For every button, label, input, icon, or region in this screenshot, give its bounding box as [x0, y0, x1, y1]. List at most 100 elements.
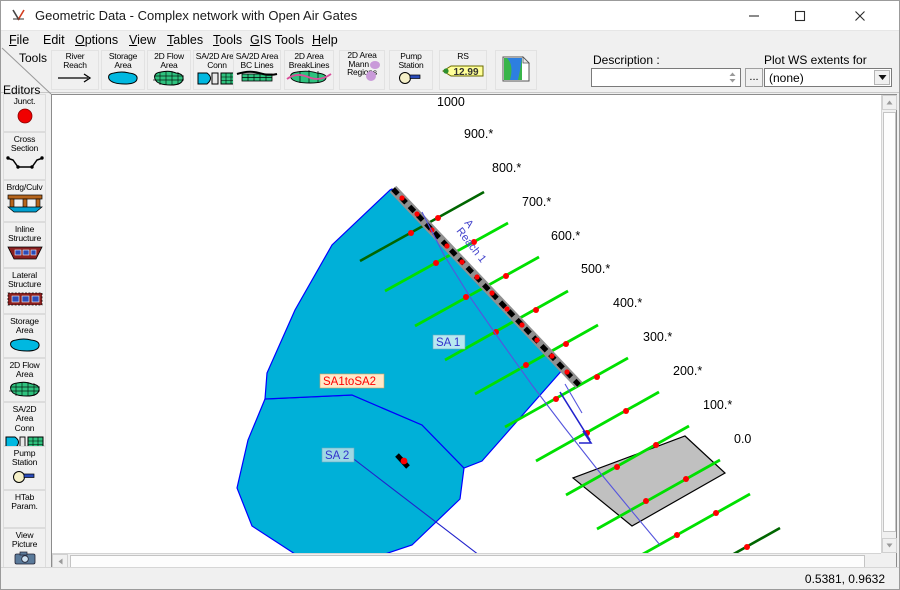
sidebar-lateral-structure-label: Lateral Structure	[7, 270, 42, 290]
sidebar-item-cross-section[interactable]: Cross Section	[3, 132, 46, 180]
profile-selected-value: (none)	[769, 71, 804, 85]
xs-label-400: 400.*	[613, 296, 642, 310]
cross-section-icon	[5, 155, 45, 174]
profile-select[interactable]: (none)	[764, 68, 892, 87]
sidebar-item-view-picture[interactable]: View Picture	[3, 528, 46, 570]
toolbar-storage-area-button[interactable]: Storage Area	[101, 50, 145, 90]
geometric-data-window: Geometric Data - Complex network with Op…	[0, 0, 900, 590]
hecras-logo-icon	[11, 8, 29, 24]
sidebar-sa-2d-conn-label: SA/2D Area Conn	[12, 404, 37, 433]
sidebar-item-storage-area[interactable]: Storage Area	[3, 314, 46, 358]
toolbar-river-reach-button[interactable]: River Reach	[51, 50, 99, 90]
junction-icon	[15, 107, 35, 128]
menu-options[interactable]: Options	[75, 33, 118, 47]
toolbar-storage-area-label: Storage Area	[108, 51, 138, 70]
toolbar-breaklines-label: 2D Area BreakLines	[288, 51, 330, 70]
menu-tools[interactable]: Tools	[213, 33, 242, 47]
map-panel: 1000 900.* 800.* 700.* 600.* 500.* 400.*…	[51, 94, 897, 570]
sidebar-item-junction[interactable]: Junct.	[3, 94, 46, 132]
sidebar-item-2d-flow-area[interactable]: 2D Flow Area	[3, 358, 46, 402]
2d-flow-area-icon	[151, 70, 187, 89]
xs-label-200: 200.*	[673, 364, 702, 378]
window-title: Geometric Data - Complex network with Op…	[35, 8, 358, 23]
toolbar-sa-2d-conn-label: SA/2D Area Conn	[195, 51, 239, 70]
breaklines-icon	[286, 70, 332, 87]
xs-label-800: 800.*	[492, 161, 521, 175]
toolbar-rs-label: RS	[457, 51, 469, 61]
editors-sidebar: Junct. Cross Section Brdg/Culv Inline St…	[1, 94, 48, 570]
sidebar-item-htab-param[interactable]: HTab Param.	[3, 490, 46, 528]
menu-file[interactable]: File	[9, 33, 29, 47]
toolbar-river-reach-label: River Reach	[63, 51, 87, 70]
storage-area-icon	[7, 337, 43, 356]
flow-arrow-icon	[559, 391, 593, 444]
description-label: Description :	[593, 53, 660, 67]
menu-gis-tools[interactable]: GIS Tools	[250, 33, 304, 47]
xs-label-1000: 1000	[437, 95, 465, 109]
toolbar-2d-flow-area-button[interactable]: 2D Flow Area	[147, 50, 191, 90]
scroll-up-icon[interactable]	[882, 95, 897, 110]
sa-1-label: SA 1	[436, 337, 460, 349]
minimize-button[interactable]	[731, 1, 777, 30]
sidebar-pump-station-label: Pump Station	[11, 448, 38, 468]
description-input[interactable]	[591, 68, 741, 87]
chevron-down-icon[interactable]	[874, 70, 890, 85]
menu-bar: File Edit Options View Tables Tools GIS …	[1, 31, 899, 51]
view-picture-icon	[14, 551, 36, 568]
status-bar: 0.5381, 0.9632	[1, 567, 899, 589]
xs-label-0: 0.0	[734, 432, 751, 446]
toolbar-bc-lines-button[interactable]: SA/2D Area BC Lines	[233, 50, 281, 90]
pump-station-icon	[394, 70, 428, 87]
toolbar-breaklines-button[interactable]: 2D Area BreakLines	[284, 50, 334, 90]
xs-label-700: 700.*	[522, 195, 551, 209]
toolbar-mannings-regions-button[interactable]: 2D Area Mann n Regions	[339, 50, 385, 90]
sidebar-item-lateral-structure[interactable]: Lateral Structure	[3, 268, 46, 314]
xs-label-500: 500.*	[581, 262, 610, 276]
bc-lines-icon	[235, 70, 279, 87]
menu-help[interactable]: Help	[312, 33, 338, 47]
close-button[interactable]	[837, 1, 883, 30]
description-browse-button[interactable]: ...	[745, 68, 763, 87]
sidebar-junction-label: Junct.	[13, 96, 36, 106]
scroll-down-icon[interactable]	[882, 538, 897, 553]
title-bar: Geometric Data - Complex network with Op…	[1, 1, 899, 31]
sidebar-cross-section-label: Cross Section	[10, 134, 39, 154]
sidebar-2d-flow-area-label: 2D Flow Area	[9, 360, 40, 380]
geometry-map-canvas[interactable]: 1000 900.* 800.* 700.* 600.* 500.* 400.*…	[52, 95, 881, 553]
2d-flow-area-icon	[7, 381, 43, 400]
rs-tag-value: 12.99	[453, 67, 478, 78]
spinner-icon[interactable]	[727, 70, 738, 85]
inline-structure-icon	[6, 245, 44, 264]
sidebar-brdg-culv-label: Brdg/Culv	[6, 182, 43, 192]
mannings-regions-icon	[366, 60, 382, 87]
sa-connection-label: SA1toSA2	[323, 376, 376, 388]
sidebar-item-pump-station[interactable]: Pump Station	[3, 446, 46, 490]
sidebar-item-brdg-culv[interactable]: Brdg/Culv	[3, 180, 46, 222]
xs-label-300: 300.*	[643, 330, 672, 344]
sidebar-view-picture-label: View Picture	[11, 530, 38, 550]
cursor-coordinates: 0.5381, 0.9632	[804, 572, 885, 586]
gis-layers-icon	[501, 55, 531, 86]
menu-tables[interactable]: Tables	[167, 33, 203, 47]
toolbar-gis-layers-button[interactable]	[495, 50, 537, 90]
toolbar-2d-flow-area-label: 2D Flow Area	[154, 51, 184, 70]
maximize-button[interactable]	[777, 1, 823, 30]
toolbar-rs-button[interactable]: RS 12.99	[439, 50, 487, 90]
sidebar-inline-structure-label: Inline Structure	[7, 224, 42, 244]
toolbar-pump-station-label: Pump Station	[398, 51, 424, 70]
pump-station-icon	[8, 469, 42, 486]
menu-edit[interactable]: Edit	[43, 33, 65, 47]
toolbar-pump-station-button[interactable]: Pump Station	[389, 50, 433, 90]
vertical-scroll-thumb[interactable]	[883, 112, 896, 532]
menu-view[interactable]: View	[129, 33, 156, 47]
xs-label-100: 100.*	[703, 398, 732, 412]
map-vertical-scrollbar[interactable]	[881, 95, 897, 553]
xs-label-600: 600.*	[551, 229, 580, 243]
storage-area-icon	[105, 70, 141, 89]
lateral-structure-icon	[6, 291, 44, 310]
sidebar-htab-param-label: HTab Param.	[11, 492, 38, 512]
sa-2-label: SA 2	[325, 450, 349, 462]
river-reach-icon	[55, 70, 95, 87]
sidebar-item-sa-2d-conn[interactable]: SA/2D Area Conn	[3, 402, 46, 449]
sidebar-item-inline-structure[interactable]: Inline Structure	[3, 222, 46, 268]
